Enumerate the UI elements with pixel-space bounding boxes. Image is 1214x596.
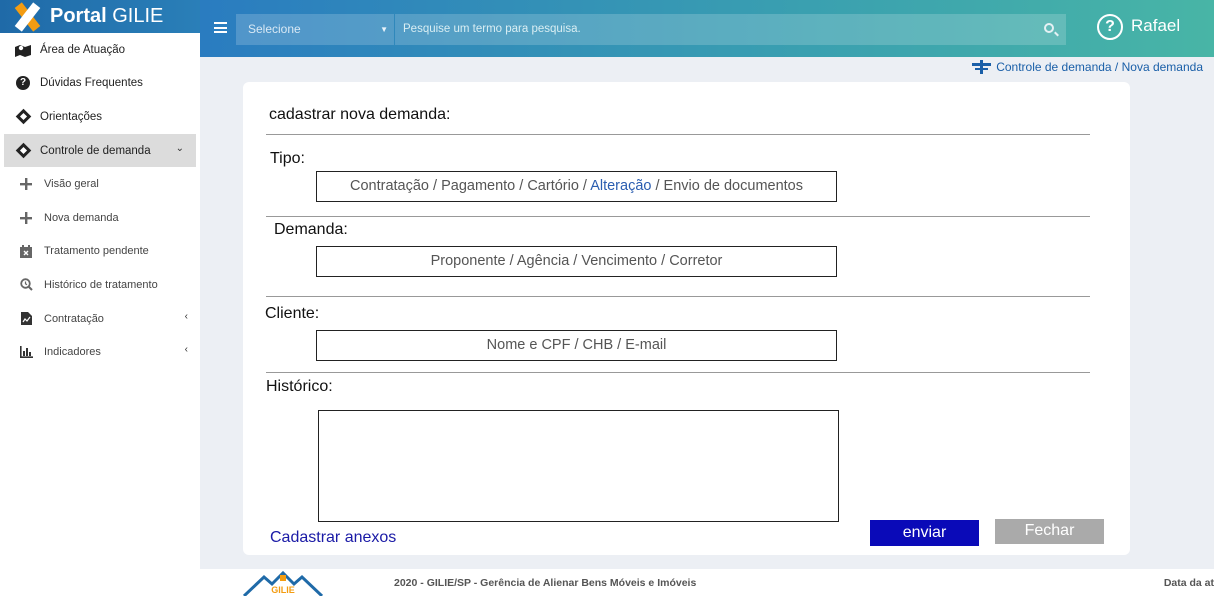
historico-textarea[interactable] <box>318 410 839 522</box>
divider <box>266 296 1090 297</box>
directions-icon <box>15 142 31 159</box>
top-bar: Selecione ▼ Pesquise um termo para pesqu… <box>200 0 1214 57</box>
plus-icon <box>18 210 34 226</box>
plus-icon <box>18 176 34 192</box>
footer-text: 2020 - GILIE/SP - Gerência de Alienar Be… <box>394 577 697 589</box>
help-icon[interactable]: ? <box>1097 14 1123 40</box>
search-history-icon <box>18 277 34 293</box>
tipo-field[interactable]: Contratação / Pagamento / Cartório / Alt… <box>316 171 837 202</box>
sidebar-nav: Área de Atuação ? Dúvidas Frequentes Ori… <box>0 33 200 369</box>
document-chart-icon <box>18 311 34 327</box>
sidebar-item-label: Indicadores <box>44 346 101 359</box>
chevron-left-icon: ‹ <box>184 310 188 322</box>
close-button[interactable]: Fechar <box>995 519 1104 544</box>
sidebar-item-label: Histórico de tratamento <box>44 278 158 291</box>
breadcrumb-text[interactable]: Controle de demanda / Nova demanda <box>996 60 1203 74</box>
demanda-label: Demanda: <box>274 221 348 238</box>
attach-files-link[interactable]: Cadastrar anexos <box>270 529 396 547</box>
category-select[interactable]: Selecione ▼ <box>236 14 394 45</box>
map-marker-icon <box>15 42 31 58</box>
cliente-label: Cliente: <box>265 305 320 322</box>
tipo-options-after: / Envio de documentos <box>651 178 803 194</box>
sidebar-item-duvidas[interactable]: ? Dúvidas Frequentes <box>0 67 200 101</box>
menu-toggle-icon[interactable] <box>214 22 227 33</box>
form-title: cadastrar nova demanda: <box>269 106 451 123</box>
sidebar-item-orientacoes[interactable]: Orientações <box>0 100 200 134</box>
sidebar-item-visao-geral[interactable]: Visão geral <box>0 167 200 201</box>
sidebar-item-contratacao[interactable]: Contratação ‹ <box>0 302 200 336</box>
sidebar-item-label: Tratamento pendente <box>44 245 149 258</box>
sidebar-item-label: Visão geral <box>44 178 99 191</box>
divider <box>266 134 1090 135</box>
user-name[interactable]: Rafael <box>1131 16 1180 36</box>
tipo-label: Tipo: <box>270 150 305 167</box>
breadcrumb: Controle de demanda / Nova demanda <box>972 60 1203 74</box>
search-icon[interactable] <box>1044 23 1054 33</box>
tipo-options-before: Contratação / Pagamento / Cartório / <box>350 178 591 194</box>
sidebar-item-area-atuacao[interactable]: Área de Atuação <box>0 33 200 67</box>
cliente-field[interactable]: Nome e CPF / CHB / E-mail <box>316 330 837 361</box>
tipo-option-highlighted: Alteração <box>590 178 652 194</box>
category-select-value: Selecione <box>248 22 301 36</box>
new-demand-form: cadastrar nova demanda: Tipo: Contrataçã… <box>243 82 1130 555</box>
sidebar-item-historico-tratamento[interactable]: Histórico de tratamento <box>0 268 200 302</box>
sidebar-item-indicadores[interactable]: Indicadores ‹ <box>0 335 200 369</box>
search-placeholder: Pesquise um termo para pesquisa. <box>403 23 581 35</box>
brand-header[interactable]: Portal GILIE <box>0 0 200 33</box>
gilie-logo: GILIE <box>242 569 324 596</box>
historico-label: Histórico: <box>266 378 333 395</box>
brand-title: Portal GILIE <box>50 5 164 27</box>
footer: GILIE 2020 - GILIE/SP - Gerência de Alie… <box>200 569 1214 596</box>
sidebar-item-nova-demanda[interactable]: Nova demanda <box>0 201 200 235</box>
chevron-down-icon: ⌄ <box>175 142 184 154</box>
sidebar-item-label: Nova demanda <box>44 211 119 224</box>
directions-icon <box>15 109 31 125</box>
sidebar: Portal GILIE Área de Atuação ? Dúvidas F… <box>0 0 200 596</box>
divider <box>266 216 1090 217</box>
sidebar-item-tratamento-pendente[interactable]: Tratamento pendente <box>0 235 200 269</box>
svg-text:GILIE: GILIE <box>271 585 295 595</box>
demanda-field[interactable]: Proponente / Agência / Vencimento / Corr… <box>316 246 837 277</box>
calendar-x-icon <box>18 243 34 259</box>
footer-date-label: Data da at <box>1163 577 1214 589</box>
caret-down-icon: ▼ <box>380 25 388 34</box>
send-button[interactable]: enviar <box>870 520 979 546</box>
bar-chart-icon <box>18 344 34 360</box>
sidebar-item-label: Controle de demanda <box>40 144 151 157</box>
logo-x-icon <box>12 1 42 32</box>
sidebar-item-label: Dúvidas Frequentes <box>40 77 143 90</box>
signpost-icon <box>972 60 992 74</box>
sidebar-item-label: Contratação <box>44 312 104 325</box>
question-circle-icon: ? <box>15 75 31 91</box>
divider <box>266 372 1090 373</box>
sidebar-item-label: Orientações <box>40 110 103 123</box>
search-input[interactable]: Pesquise um termo para pesquisa. <box>395 14 1066 45</box>
sidebar-item-label: Área de Atuação <box>40 43 126 56</box>
sidebar-item-controle-demanda[interactable]: Controle de demanda ⌄ <box>4 133 196 168</box>
chevron-left-icon: ‹ <box>184 344 188 356</box>
